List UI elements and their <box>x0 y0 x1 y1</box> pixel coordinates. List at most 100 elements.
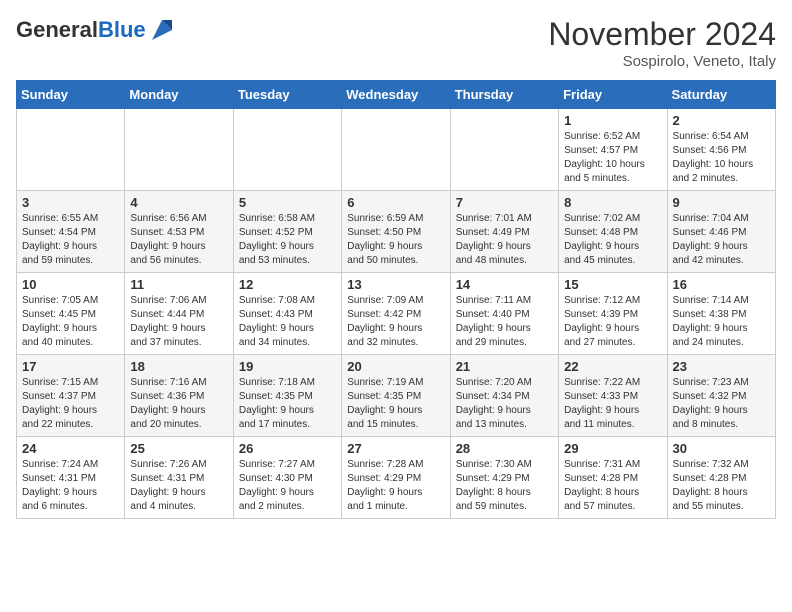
day-info: Sunrise: 7:19 AM Sunset: 4:35 PM Dayligh… <box>347 376 444 432</box>
day-number: 23 <box>673 359 770 374</box>
col-saturday: Saturday <box>667 81 775 109</box>
cell-w1-d1 <box>125 109 233 191</box>
cell-w3-d1: 11 Sunrise: 7:06 AM Sunset: 4:44 PM Dayli… <box>125 273 233 355</box>
day-number: 13 <box>347 277 444 292</box>
cell-w2-d6: 9 Sunrise: 7:04 AM Sunset: 4:46 PM Daylig… <box>667 191 775 273</box>
cell-w4-d5: 22Sunrise: 7:22 AM Sunset: 4:33 PM Dayli… <box>559 355 667 437</box>
cell-w2-d5: 8 Sunrise: 7:02 AM Sunset: 4:48 PM Daylig… <box>559 191 667 273</box>
cell-w3-d4: 14Sunrise: 7:11 AM Sunset: 4:40 PM Dayli… <box>450 273 558 355</box>
cell-w5-d1: 25Sunrise: 7:26 AM Sunset: 4:31 PM Dayli… <box>125 437 233 519</box>
day-number: 27 <box>347 441 444 456</box>
day-number: 20 <box>347 359 444 374</box>
cell-w5-d5: 29 Sunrise: 7:31 AM Sunset: 4:28 PM Dayli… <box>559 437 667 519</box>
cell-w1-d0 <box>17 109 125 191</box>
day-info: Sunrise: 7:31 AM Sunset: 4:28 PM Dayligh… <box>564 458 661 514</box>
cell-w4-d6: 23Sunrise: 7:23 AM Sunset: 4:32 PM Dayli… <box>667 355 775 437</box>
day-number: 24 <box>22 441 119 456</box>
day-info: Sunrise: 7:26 AM Sunset: 4:31 PM Dayligh… <box>130 458 227 514</box>
cell-w3-d3: 13 Sunrise: 7:09 AM Sunset: 4:42 PM Dayli… <box>342 273 450 355</box>
day-number: 1 <box>564 113 661 128</box>
day-info: Sunrise: 7:14 AM Sunset: 4:38 PM Dayligh… <box>673 294 770 350</box>
day-number: 18 <box>130 359 227 374</box>
day-number: 21 <box>456 359 553 374</box>
day-info: Sunrise: 7:27 AM Sunset: 4:30 PM Dayligh… <box>239 458 336 514</box>
cell-w4-d0: 17 Sunrise: 7:15 AM Sunset: 4:37 PM Dayli… <box>17 355 125 437</box>
day-info: Sunrise: 6:56 AM Sunset: 4:53 PM Dayligh… <box>130 212 227 268</box>
cell-w2-d3: 6 Sunrise: 6:59 AM Sunset: 4:50 PM Daylig… <box>342 191 450 273</box>
header-row: Sunday Monday Tuesday Wednesday Thursday… <box>17 81 776 109</box>
week-row-5: 24 Sunrise: 7:24 AM Sunset: 4:31 PM Dayli… <box>17 437 776 519</box>
cell-w4-d3: 20 Sunrise: 7:19 AM Sunset: 4:35 PM Dayli… <box>342 355 450 437</box>
day-info: Sunrise: 6:58 AM Sunset: 4:52 PM Dayligh… <box>239 212 336 268</box>
day-info: Sunrise: 7:24 AM Sunset: 4:31 PM Dayligh… <box>22 458 119 514</box>
day-info: Sunrise: 7:12 AM Sunset: 4:39 PM Dayligh… <box>564 294 661 350</box>
day-info: Sunrise: 7:15 AM Sunset: 4:37 PM Dayligh… <box>22 376 119 432</box>
day-info: Sunrise: 6:54 AM Sunset: 4:56 PM Dayligh… <box>673 130 770 186</box>
day-info: Sunrise: 7:32 AM Sunset: 4:28 PM Dayligh… <box>673 458 770 514</box>
cell-w1-d3 <box>342 109 450 191</box>
cell-w4-d2: 19 Sunrise: 7:18 AM Sunset: 4:35 PM Dayli… <box>233 355 341 437</box>
col-monday: Monday <box>125 81 233 109</box>
cell-w3-d5: 15 Sunrise: 7:12 AM Sunset: 4:39 PM Dayli… <box>559 273 667 355</box>
day-number: 10 <box>22 277 119 292</box>
day-number: 26 <box>239 441 336 456</box>
day-number: 12 <box>239 277 336 292</box>
day-info: Sunrise: 7:20 AM Sunset: 4:34 PM Dayligh… <box>456 376 553 432</box>
day-info: Sunrise: 7:16 AM Sunset: 4:36 PM Dayligh… <box>130 376 227 432</box>
day-number: 8 <box>564 195 661 210</box>
day-info: Sunrise: 6:59 AM Sunset: 4:50 PM Dayligh… <box>347 212 444 268</box>
cell-w5-d4: 28 Sunrise: 7:30 AM Sunset: 4:29 PM Dayli… <box>450 437 558 519</box>
day-number: 30 <box>673 441 770 456</box>
cell-w2-d1: 4 Sunrise: 6:56 AM Sunset: 4:53 PM Daylig… <box>125 191 233 273</box>
day-number: 7 <box>456 195 553 210</box>
col-sunday: Sunday <box>17 81 125 109</box>
cell-w5-d6: 30 Sunrise: 7:32 AM Sunset: 4:28 PM Dayli… <box>667 437 775 519</box>
day-number: 19 <box>239 359 336 374</box>
month-title: November 2024 <box>548 16 776 53</box>
day-info: Sunrise: 6:55 AM Sunset: 4:54 PM Dayligh… <box>22 212 119 268</box>
logo-text: GeneralBlue <box>16 18 146 42</box>
cell-w1-d4 <box>450 109 558 191</box>
day-info: Sunrise: 7:11 AM Sunset: 4:40 PM Dayligh… <box>456 294 553 350</box>
cell-w2-d0: 3Sunrise: 6:55 AM Sunset: 4:54 PM Daylig… <box>17 191 125 273</box>
day-number: 11 <box>130 277 227 292</box>
day-number: 17 <box>22 359 119 374</box>
cell-w4-d4: 21 Sunrise: 7:20 AM Sunset: 4:34 PM Dayli… <box>450 355 558 437</box>
cell-w5-d2: 26 Sunrise: 7:27 AM Sunset: 4:30 PM Dayli… <box>233 437 341 519</box>
cell-w2-d4: 7 Sunrise: 7:01 AM Sunset: 4:49 PM Daylig… <box>450 191 558 273</box>
day-info: Sunrise: 7:18 AM Sunset: 4:35 PM Dayligh… <box>239 376 336 432</box>
cell-w1-d5: 1Sunrise: 6:52 AM Sunset: 4:57 PM Daylig… <box>559 109 667 191</box>
day-info: Sunrise: 7:02 AM Sunset: 4:48 PM Dayligh… <box>564 212 661 268</box>
col-friday: Friday <box>559 81 667 109</box>
day-number: 29 <box>564 441 661 456</box>
cell-w1-d6: 2Sunrise: 6:54 AM Sunset: 4:56 PM Daylig… <box>667 109 775 191</box>
day-number: 6 <box>347 195 444 210</box>
day-info: Sunrise: 7:08 AM Sunset: 4:43 PM Dayligh… <box>239 294 336 350</box>
header: GeneralBlue November 2024 Sospirolo, Ven… <box>16 16 776 70</box>
title-block: November 2024 Sospirolo, Veneto, Italy <box>548 16 776 70</box>
logo-icon <box>148 16 176 44</box>
day-info: Sunrise: 7:06 AM Sunset: 4:44 PM Dayligh… <box>130 294 227 350</box>
day-number: 15 <box>564 277 661 292</box>
page: GeneralBlue November 2024 Sospirolo, Ven… <box>0 0 792 612</box>
week-row-1: 1Sunrise: 6:52 AM Sunset: 4:57 PM Daylig… <box>17 109 776 191</box>
calendar-table: Sunday Monday Tuesday Wednesday Thursday… <box>16 80 776 519</box>
cell-w4-d1: 18 Sunrise: 7:16 AM Sunset: 4:36 PM Dayli… <box>125 355 233 437</box>
col-tuesday: Tuesday <box>233 81 341 109</box>
cell-w3-d2: 12 Sunrise: 7:08 AM Sunset: 4:43 PM Dayli… <box>233 273 341 355</box>
day-info: Sunrise: 7:09 AM Sunset: 4:42 PM Dayligh… <box>347 294 444 350</box>
day-number: 5 <box>239 195 336 210</box>
day-number: 9 <box>673 195 770 210</box>
day-number: 28 <box>456 441 553 456</box>
location-subtitle: Sospirolo, Veneto, Italy <box>548 53 776 70</box>
day-info: Sunrise: 7:05 AM Sunset: 4:45 PM Dayligh… <box>22 294 119 350</box>
day-info: Sunrise: 7:22 AM Sunset: 4:33 PM Dayligh… <box>564 376 661 432</box>
cell-w5-d3: 27Sunrise: 7:28 AM Sunset: 4:29 PM Dayli… <box>342 437 450 519</box>
day-info: Sunrise: 7:01 AM Sunset: 4:49 PM Dayligh… <box>456 212 553 268</box>
cell-w5-d0: 24 Sunrise: 7:24 AM Sunset: 4:31 PM Dayli… <box>17 437 125 519</box>
day-number: 4 <box>130 195 227 210</box>
day-info: Sunrise: 7:04 AM Sunset: 4:46 PM Dayligh… <box>673 212 770 268</box>
day-number: 16 <box>673 277 770 292</box>
day-info: Sunrise: 7:30 AM Sunset: 4:29 PM Dayligh… <box>456 458 553 514</box>
col-wednesday: Wednesday <box>342 81 450 109</box>
